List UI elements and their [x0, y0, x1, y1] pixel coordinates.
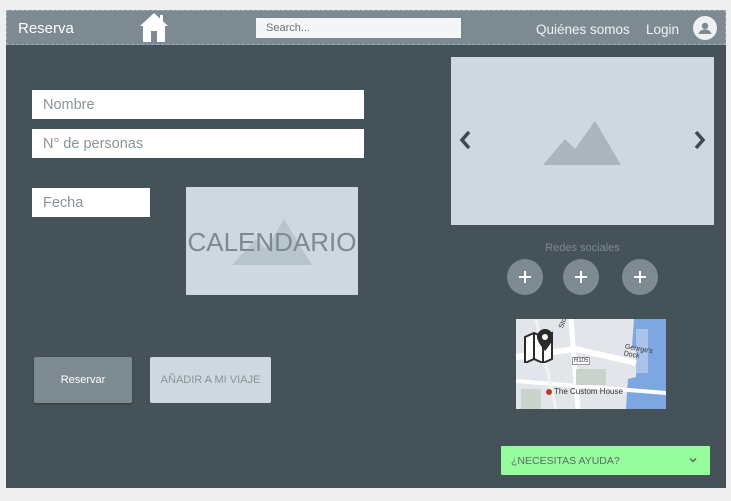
- calendar-label: CALENDARIO: [187, 227, 357, 257]
- map-pin-icon: [524, 329, 553, 363]
- name-field[interactable]: [32, 90, 364, 119]
- chevron-down-icon: [689, 457, 697, 463]
- social-button-2[interactable]: [563, 259, 599, 295]
- user-icon: [698, 22, 712, 34]
- people-count-field[interactable]: [32, 129, 364, 158]
- poi-icon: [546, 388, 552, 395]
- map-place-label: The Custom House: [546, 387, 623, 396]
- chevron-right-icon[interactable]: [693, 129, 707, 151]
- calendar-placeholder[interactable]: CALENDARIO: [186, 187, 358, 295]
- social-button-3[interactable]: [622, 259, 658, 295]
- map-road-badge: R105: [572, 357, 591, 365]
- plus-icon: [575, 271, 587, 283]
- search-input[interactable]: [256, 18, 461, 38]
- social-title: Redes sociales: [545, 242, 620, 254]
- top-navbar: Reserva Quiénes somos Login: [6, 10, 726, 45]
- nav-link-about[interactable]: Quiénes somos: [536, 22, 630, 37]
- user-avatar[interactable]: [693, 16, 717, 40]
- plus-icon: [634, 271, 646, 283]
- help-label: ¿NECESITAS AYUDA?: [511, 455, 620, 467]
- date-field[interactable]: [32, 188, 150, 217]
- nav-link-login[interactable]: Login: [646, 22, 679, 37]
- image-placeholder-icon: [543, 121, 621, 165]
- map-widget[interactable]: George's Dock Store St R105 The Custom H…: [516, 319, 666, 409]
- help-dropdown[interactable]: ¿NECESITAS AYUDA?: [501, 446, 710, 475]
- reserve-button[interactable]: Reservar: [34, 357, 132, 403]
- plus-icon: [519, 271, 531, 283]
- add-to-trip-button[interactable]: AÑADIR A MI VIAJE: [150, 357, 271, 403]
- chevron-left-icon[interactable]: [458, 129, 472, 151]
- image-carousel[interactable]: [451, 57, 714, 225]
- brand-title[interactable]: Reserva: [18, 20, 74, 37]
- home-icon[interactable]: [139, 12, 169, 43]
- map-place-name: The Custom House: [554, 387, 623, 396]
- social-button-1[interactable]: [507, 259, 543, 295]
